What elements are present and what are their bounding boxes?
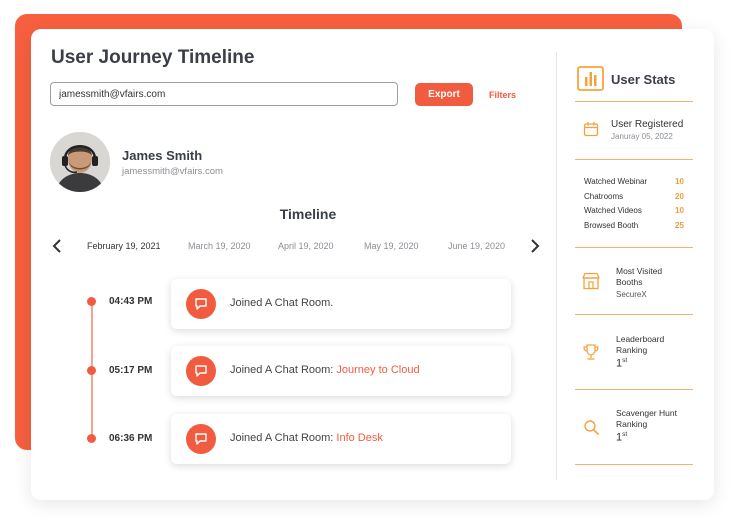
leaderboard-label: Leaderboard — [616, 334, 665, 344]
registered-date: Januray 05, 2022 — [611, 132, 673, 141]
most-visited-label: Most Visited — [616, 266, 663, 276]
calendar-icon — [583, 122, 599, 137]
bar-chart-icon — [577, 66, 604, 91]
chevron-right-icon[interactable] — [528, 238, 542, 254]
chat-icon — [186, 356, 216, 386]
date-tab-3[interactable]: May 19, 2020 — [364, 241, 419, 251]
stats-divider — [575, 389, 693, 390]
event-card[interactable]: Joined A Chat Room: Journey to Cloud — [171, 346, 511, 396]
export-button[interactable]: Export — [415, 83, 473, 106]
event-text: Joined A Chat Room: Journey to Cloud — [230, 364, 420, 376]
stats-divider — [575, 464, 693, 465]
event-link[interactable]: Info Desk — [336, 432, 382, 444]
stats-divider — [575, 247, 693, 248]
avatar — [50, 132, 110, 192]
stat-row-label: Chatrooms — [584, 192, 624, 201]
stats-divider — [575, 159, 693, 160]
scavenger-hunt-label: Ranking — [616, 419, 648, 429]
date-tab-0[interactable]: February 19, 2021 — [87, 241, 161, 251]
stat-row-label: Watched Webinar — [584, 177, 648, 186]
filters-link[interactable]: Filters — [489, 90, 516, 100]
timeline-dot — [87, 434, 96, 443]
search-icon — [584, 420, 600, 436]
search-input[interactable] — [50, 82, 398, 106]
scavenger-hunt-rank: 1st — [616, 431, 628, 444]
page-title: User Journey Timeline — [51, 47, 255, 68]
stat-row-value: 20 — [675, 192, 684, 201]
sidebar-divider — [556, 52, 557, 480]
stat-row-value: 10 — [675, 177, 684, 186]
booth-icon — [582, 272, 600, 290]
leaderboard-rank: 1st — [616, 357, 628, 370]
stat-row-value: 25 — [675, 221, 684, 230]
chat-icon — [186, 289, 216, 319]
stat-row-label: Watched Videos — [584, 206, 642, 215]
timeline-dot — [87, 366, 96, 375]
stats-title: User Stats — [611, 72, 676, 87]
most-visited-value: SecureX — [616, 290, 647, 299]
event-card[interactable]: Joined A Chat Room. — [171, 279, 511, 329]
stat-row-value: 10 — [675, 206, 684, 215]
user-email: jamessmith@vfairs.com — [122, 166, 223, 177]
leaderboard-label: Ranking — [616, 345, 648, 355]
chevron-left-icon[interactable] — [50, 238, 64, 254]
date-tab-2[interactable]: April 19, 2020 — [278, 241, 334, 251]
stats-divider — [575, 314, 693, 315]
most-visited-label: Booths — [616, 277, 643, 287]
event-card[interactable]: Joined A Chat Room: Info Desk — [171, 414, 511, 464]
event-time: 06:36 PM — [109, 433, 153, 444]
date-tab-4[interactable]: June 19, 2020 — [448, 241, 505, 251]
trophy-icon — [583, 344, 599, 360]
registered-label: User Registered — [611, 119, 684, 130]
timeline-dot — [87, 297, 96, 306]
event-link[interactable]: Journey to Cloud — [336, 364, 419, 376]
event-time: 04:43 PM — [109, 296, 153, 307]
user-name: James Smith — [122, 148, 203, 163]
timeline-heading: Timeline — [279, 206, 337, 222]
stats-divider — [575, 101, 693, 102]
event-text: Joined A Chat Room: Info Desk — [230, 432, 383, 444]
date-tab-1[interactable]: March 19, 2020 — [188, 241, 251, 251]
event-text: Joined A Chat Room. — [230, 297, 334, 309]
chat-icon — [186, 424, 216, 454]
event-time: 05:17 PM — [109, 365, 153, 376]
scavenger-hunt-label: Scavenger Hunt — [616, 408, 677, 418]
stat-row-label: Browsed Booth — [584, 221, 639, 230]
